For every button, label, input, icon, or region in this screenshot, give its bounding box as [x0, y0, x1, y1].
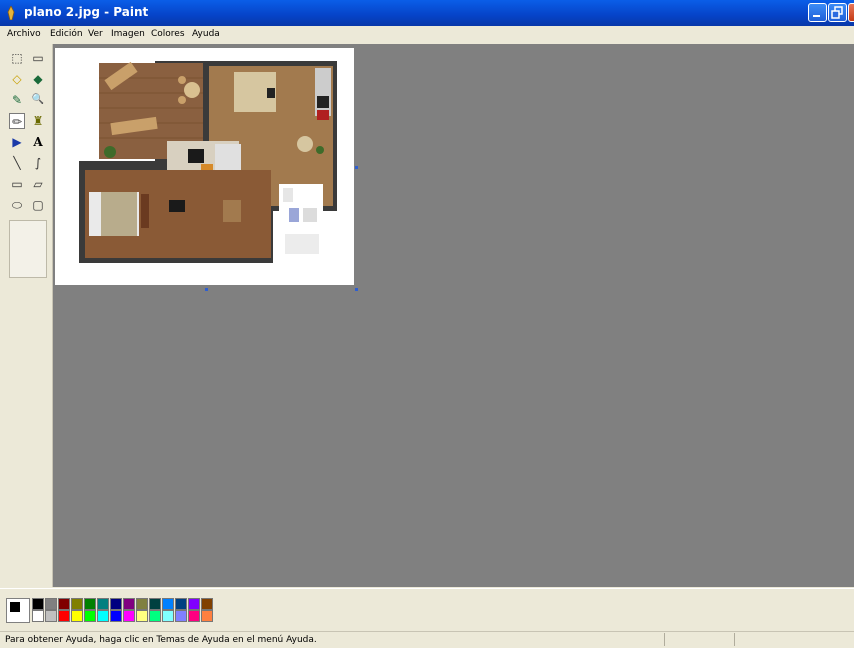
menu-ayuda[interactable]: Ayuda: [192, 29, 220, 39]
menu-imagen[interactable]: Imagen: [111, 29, 145, 39]
menu-archivo[interactable]: Archivo: [7, 29, 41, 39]
color-palette: [0, 588, 854, 631]
pencil-tool-icon[interactable]: ✏: [9, 113, 25, 129]
airbrush-tool-icon[interactable]: ▶: [9, 134, 25, 150]
palette-swatch[interactable]: [71, 598, 83, 610]
palette-swatch[interactable]: [175, 610, 187, 622]
canvas-resize-handle-bottom[interactable]: [205, 288, 208, 291]
palette-swatch[interactable]: [58, 610, 70, 622]
palette-swatch[interactable]: [149, 610, 161, 622]
status-bar: Para obtener Ayuda, haga clic en Temas d…: [0, 631, 854, 648]
polygon-tool-icon[interactable]: ▱: [30, 176, 46, 192]
eraser-tool-icon[interactable]: ◇: [9, 71, 25, 87]
curve-tool-icon[interactable]: ∫: [30, 155, 46, 171]
palette-swatch[interactable]: [201, 610, 213, 622]
status-cell-size: [734, 633, 805, 646]
palette-swatch[interactable]: [110, 598, 122, 610]
title-bar: plano 2.jpg - Paint: [0, 0, 854, 26]
restore-icon: [831, 6, 843, 19]
free-form-select-tool-icon[interactable]: ⬚: [9, 50, 25, 66]
floor-plan-image: [79, 61, 337, 263]
foreground-color-swatch: [9, 601, 21, 613]
restore-button[interactable]: [828, 3, 847, 22]
palette-swatch[interactable]: [32, 610, 44, 622]
workspace[interactable]: [53, 44, 854, 587]
palette-swatch[interactable]: [84, 610, 96, 622]
palette-swatch[interactable]: [201, 598, 213, 610]
canvas-resize-handle-right[interactable]: [355, 166, 358, 169]
menu-colores[interactable]: Colores: [151, 29, 185, 39]
rounded-rectangle-tool-icon[interactable]: ▢: [30, 197, 46, 213]
palette-swatch[interactable]: [45, 598, 57, 610]
magnifier-tool-icon[interactable]: 🔍: [30, 92, 46, 108]
palette-swatch[interactable]: [45, 610, 57, 622]
minimize-button[interactable]: [808, 3, 827, 22]
palette-swatch[interactable]: [71, 610, 83, 622]
current-colors[interactable]: [6, 598, 30, 623]
toolbox: ⬚ ▭ ◇ ◆ ✎ 🔍 ✏ ♜ ▶ A ╲ ∫ ▭ ▱ ⬭ ▢: [0, 44, 53, 587]
text-tool-icon[interactable]: A: [30, 134, 46, 150]
palette-swatch[interactable]: [149, 598, 161, 610]
brush-tool-icon[interactable]: ♜: [30, 113, 46, 129]
window-title: plano 2.jpg - Paint: [24, 5, 149, 19]
menu-ver[interactable]: Ver: [88, 29, 103, 39]
palette-swatch[interactable]: [123, 598, 135, 610]
minimize-icon: [813, 15, 820, 17]
palette-swatch[interactable]: [136, 610, 148, 622]
select-tool-icon[interactable]: ▭: [30, 50, 46, 66]
ellipse-tool-icon[interactable]: ⬭: [9, 197, 25, 213]
drawing-canvas[interactable]: [55, 48, 354, 285]
palette-swatch[interactable]: [123, 610, 135, 622]
menu-edicion[interactable]: Edición: [50, 29, 83, 39]
fill-tool-icon[interactable]: ◆: [30, 71, 46, 87]
status-text: Para obtener Ayuda, haga clic en Temas d…: [5, 635, 317, 645]
tool-options-box[interactable]: [9, 220, 47, 278]
palette-swatch[interactable]: [136, 598, 148, 610]
status-cell-coordinates: [664, 633, 735, 646]
palette-swatch[interactable]: [84, 598, 96, 610]
palette-swatch[interactable]: [97, 598, 109, 610]
line-tool-icon[interactable]: ╲: [9, 155, 25, 171]
palette-swatch[interactable]: [188, 610, 200, 622]
menu-bar: Archivo Edición Ver Imagen Colores Ayuda: [0, 26, 854, 44]
palette-swatch[interactable]: [110, 610, 122, 622]
palette-swatch[interactable]: [175, 598, 187, 610]
palette-swatch[interactable]: [97, 610, 109, 622]
palette-swatch[interactable]: [162, 598, 174, 610]
canvas-resize-handle[interactable]: [355, 288, 358, 291]
palette-swatch[interactable]: [188, 598, 200, 610]
paint-app-icon: [7, 6, 15, 20]
palette-swatch[interactable]: [58, 598, 70, 610]
palette-swatch[interactable]: [32, 598, 44, 610]
rectangle-tool-icon[interactable]: ▭: [9, 176, 25, 192]
close-button[interactable]: [848, 3, 854, 22]
pick-color-tool-icon[interactable]: ✎: [9, 92, 25, 108]
palette-swatch[interactable]: [162, 610, 174, 622]
